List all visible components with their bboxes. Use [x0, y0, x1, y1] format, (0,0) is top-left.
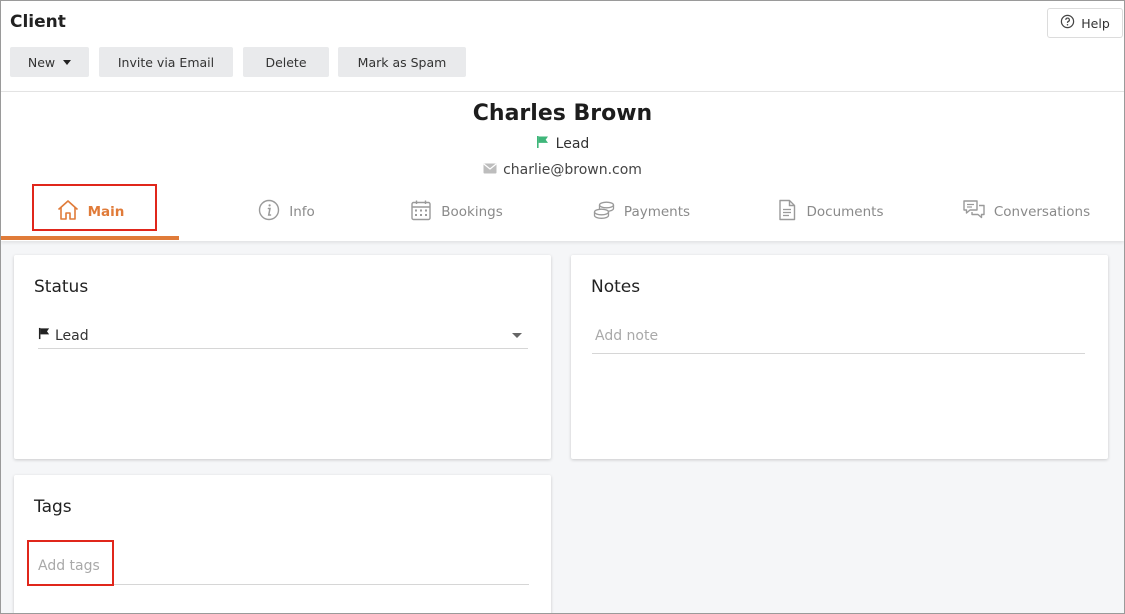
caret-down-icon — [63, 59, 72, 65]
flag-icon — [38, 327, 51, 344]
tab-documents[interactable]: Documents — [744, 184, 914, 240]
envelope-icon — [483, 162, 497, 178]
help-label: Help — [1081, 15, 1110, 31]
info-icon — [257, 198, 281, 226]
question-circle-icon — [1060, 14, 1075, 32]
tab-bookings[interactable]: Bookings — [371, 184, 541, 240]
status-card-title: Status — [34, 277, 89, 297]
page-title: Client — [10, 12, 66, 32]
flag-icon — [536, 135, 550, 153]
client-name: Charles Brown — [472, 101, 653, 126]
calendar-icon — [409, 198, 433, 226]
add-note-input[interactable] — [592, 319, 1085, 354]
status-select-value: Lead — [55, 327, 89, 344]
tab-bar: Main Info Bookings Payments Documents Co… — [1, 184, 1124, 240]
chat-icon — [962, 198, 986, 226]
invite-via-email-button[interactable]: Invite via Email — [99, 47, 233, 77]
tags-card-title: Tags — [34, 497, 72, 517]
tab-info-label: Info — [289, 204, 315, 220]
new-label: New — [27, 54, 56, 70]
delete-button[interactable]: Delete — [243, 47, 329, 77]
status-select[interactable]: Lead — [38, 323, 528, 349]
home-icon — [56, 198, 80, 226]
client-status-label: Lead — [555, 136, 590, 152]
tab-main[interactable]: Main — [1, 184, 179, 240]
tab-conversations-label: Conversations — [993, 204, 1091, 220]
notes-card: Notes — [571, 255, 1108, 459]
new-button[interactable]: New — [10, 47, 89, 77]
top-bar: Client Help New Invite via Email Delete … — [1, 1, 1124, 91]
tab-main-label: Main — [87, 204, 125, 220]
client-profile-header: Charles Brown Lead charlie@brown.com Mai… — [1, 91, 1124, 241]
tab-bookings-label: Bookings — [441, 204, 503, 220]
help-button[interactable]: Help — [1047, 8, 1123, 38]
status-card: Status Lead — [14, 255, 551, 459]
client-window: Client Help New Invite via Email Delete … — [0, 0, 1125, 614]
tab-info[interactable]: Info — [201, 184, 371, 240]
client-email: charlie@brown.com — [1, 162, 1124, 178]
client-status: Lead — [1, 135, 1124, 153]
tags-card: Tags — [14, 475, 551, 613]
client-email-text: charlie@brown.com — [503, 162, 642, 178]
tab-documents-label: Documents — [806, 204, 884, 220]
coins-icon — [592, 198, 616, 226]
caret-down-icon — [512, 333, 522, 338]
mark-as-spam-button[interactable]: Mark as Spam — [338, 47, 466, 77]
add-tags-input[interactable] — [35, 547, 529, 585]
tab-conversations[interactable]: Conversations — [941, 184, 1111, 240]
notes-card-title: Notes — [591, 277, 641, 297]
active-tab-indicator — [1, 236, 179, 240]
document-icon — [775, 198, 799, 226]
tab-payments-label: Payments — [623, 204, 691, 220]
tab-payments[interactable]: Payments — [556, 184, 726, 240]
